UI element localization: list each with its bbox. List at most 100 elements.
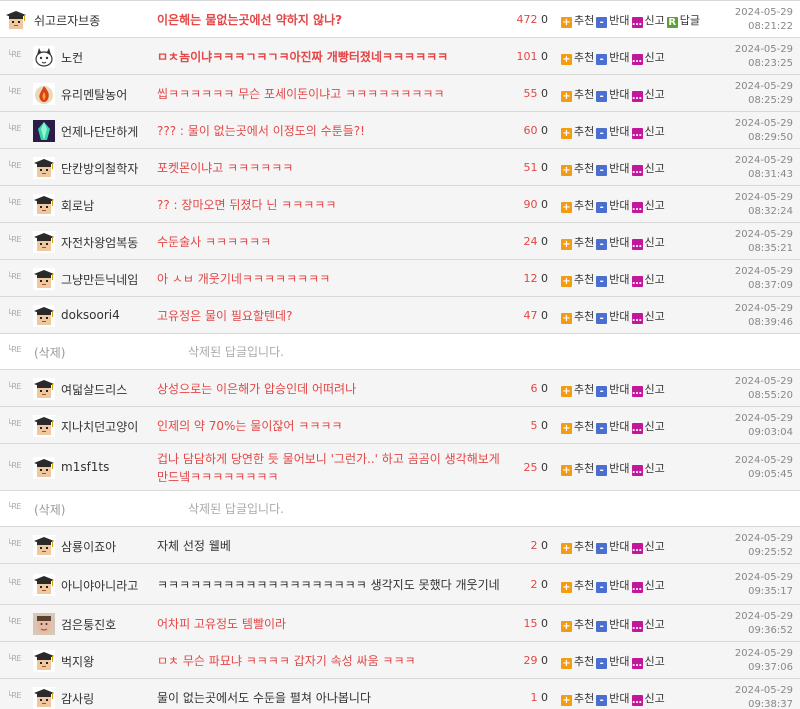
mortarboard-avatar[interactable] <box>33 156 55 179</box>
upvote-button[interactable]: + 추천 <box>561 690 594 706</box>
vote-counts: 90 0 <box>512 198 549 211</box>
upvote-button[interactable]: + 추천 <box>561 308 594 324</box>
report-button[interactable]: … 신고 <box>631 271 665 287</box>
downvote-button[interactable]: - 반대 <box>596 418 630 434</box>
report-button[interactable]: … 신고 <box>631 577 665 593</box>
report-button[interactable]: … 신고 <box>631 460 665 476</box>
mortarboard-avatar[interactable] <box>33 534 55 557</box>
upvote-button[interactable]: + 추천 <box>561 418 594 434</box>
downvote-button[interactable]: - 반대 <box>596 653 630 669</box>
cat-avatar[interactable] <box>33 45 55 68</box>
upvote-button[interactable]: + 추천 <box>561 12 594 28</box>
minus-icon: - <box>596 164 608 176</box>
downvote-button[interactable]: - 반대 <box>596 123 630 139</box>
report-button[interactable]: … 신고 <box>631 197 665 213</box>
downvote-button[interactable]: - 반대 <box>596 381 630 397</box>
nickname-link[interactable]: 아니야아니라고 <box>61 577 138 594</box>
downvote-button[interactable]: - 반대 <box>596 86 630 102</box>
upvote-button[interactable]: + 추천 <box>561 538 594 554</box>
nickname-link[interactable]: doksoori4 <box>61 308 120 322</box>
report-button[interactable]: … 신고 <box>631 234 665 250</box>
mortarboard-avatar[interactable] <box>33 686 55 709</box>
nickname-link[interactable]: 쉬고르자브종 <box>34 12 100 29</box>
mortarboard-avatar[interactable] <box>33 456 55 479</box>
report-button[interactable]: … 신고 <box>631 123 665 139</box>
minus-icon: - <box>596 238 608 250</box>
nickname-link[interactable]: 삼룡이죠아 <box>61 538 116 555</box>
nickname-link[interactable]: 여덟살드리스 <box>61 381 127 398</box>
downvote-button[interactable]: - 반대 <box>596 538 630 554</box>
upvote-button[interactable]: + 추천 <box>561 49 594 65</box>
report-button[interactable]: … 신고 <box>631 49 665 65</box>
report-button[interactable]: … 신고 <box>631 381 665 397</box>
minus-icon: - <box>596 16 608 28</box>
report-button[interactable]: … 신고 <box>631 12 665 28</box>
nickname-link[interactable]: 유리멘탈농어 <box>61 86 127 103</box>
nickname-link[interactable]: 자전차왕엄복동 <box>61 234 138 251</box>
nickname-link[interactable]: 회로남 <box>61 197 94 214</box>
reply-button[interactable]: R 답글 <box>666 12 700 28</box>
nickname-link[interactable]: 검은퉁진호 <box>61 616 116 633</box>
mortarboard-avatar[interactable] <box>33 377 55 400</box>
upvote-button[interactable]: + 추천 <box>561 653 594 669</box>
report-icon: … <box>631 581 643 593</box>
mortarboard-avatar[interactable] <box>33 193 55 216</box>
nickname-link[interactable]: 감사링 <box>61 690 94 707</box>
upvote-button[interactable]: + 추천 <box>561 197 594 213</box>
upvote-button[interactable]: + 추천 <box>561 460 594 476</box>
report-button[interactable]: … 신고 <box>631 538 665 554</box>
comment-timestamp: 2024-05-29 09:25:52 <box>721 532 793 560</box>
nickname-link[interactable]: 단칸방의철학자 <box>61 160 138 177</box>
downvote-button[interactable]: - 반대 <box>596 577 630 593</box>
upvote-count: 47 <box>523 308 541 322</box>
comment-date: 2024-05-29 <box>734 647 793 659</box>
nickname-link[interactable]: 벅지왕 <box>61 653 94 670</box>
upvote-button-label: 추천 <box>574 382 595 396</box>
mortarboard-avatar[interactable] <box>33 304 55 327</box>
mortarboard-avatar[interactable] <box>33 230 55 253</box>
comment-time: 08:23:25 <box>748 57 793 69</box>
nickname-link[interactable]: 언제나단단하게 <box>61 123 138 140</box>
upvote-button[interactable]: + 추천 <box>561 86 594 102</box>
mortarboard-avatar[interactable] <box>33 267 55 290</box>
report-button[interactable]: … 신고 <box>631 690 665 706</box>
downvote-button[interactable]: - 반대 <box>596 49 630 65</box>
report-button[interactable]: … 신고 <box>631 308 665 324</box>
nickname-link[interactable]: m1sf1ts <box>61 460 109 474</box>
flame-avatar[interactable] <box>33 82 55 105</box>
downvote-button[interactable]: - 반대 <box>596 616 630 632</box>
downvote-button[interactable]: - 반대 <box>596 690 630 706</box>
upvote-button[interactable]: + 추천 <box>561 381 594 397</box>
downvote-button[interactable]: - 반대 <box>596 197 630 213</box>
upvote-button[interactable]: + 추천 <box>561 577 594 593</box>
reply-row: └RE m1sf1ts 겁나 담담하게 당연한 듯 물어보니 '그런가..' 하고 … <box>0 444 800 491</box>
downvote-button[interactable]: - 반대 <box>596 12 630 28</box>
nickname-link[interactable]: 노컨 <box>61 49 83 66</box>
upvote-button[interactable]: + 추천 <box>561 234 594 250</box>
report-button[interactable]: … 신고 <box>631 86 665 102</box>
downvote-button[interactable]: - 반대 <box>596 234 630 250</box>
face-avatar[interactable] <box>33 612 55 635</box>
downvote-button[interactable]: - 반대 <box>596 308 630 324</box>
plus-icon: + <box>561 422 572 434</box>
report-button[interactable]: … 신고 <box>631 616 665 632</box>
crystal-avatar[interactable] <box>33 119 55 142</box>
mortarboard-avatar[interactable] <box>33 573 55 596</box>
report-button[interactable]: … 신고 <box>631 653 665 669</box>
mortarboard-avatar[interactable] <box>33 414 55 437</box>
downvote-button[interactable]: - 반대 <box>596 460 630 476</box>
mortarboard-avatar[interactable] <box>33 649 55 672</box>
comment-actions: + 추천 - 반대… 신고 <box>561 538 667 554</box>
downvote-button[interactable]: - 반대 <box>596 271 630 287</box>
report-button[interactable]: … 신고 <box>631 418 665 434</box>
upvote-button[interactable]: + 추천 <box>561 271 594 287</box>
re-mark-icon: └RE <box>7 653 21 663</box>
downvote-button[interactable]: - 반대 <box>596 160 630 176</box>
upvote-button[interactable]: + 추천 <box>561 160 594 176</box>
upvote-button[interactable]: + 추천 <box>561 123 594 139</box>
nickname-link[interactable]: 그냥만든닉네임 <box>61 271 138 288</box>
report-button[interactable]: … 신고 <box>631 160 665 176</box>
upvote-button[interactable]: + 추천 <box>561 616 594 632</box>
mortarboard-avatar[interactable] <box>5 8 27 31</box>
nickname-link[interactable]: 지나치던고양이 <box>61 418 138 435</box>
